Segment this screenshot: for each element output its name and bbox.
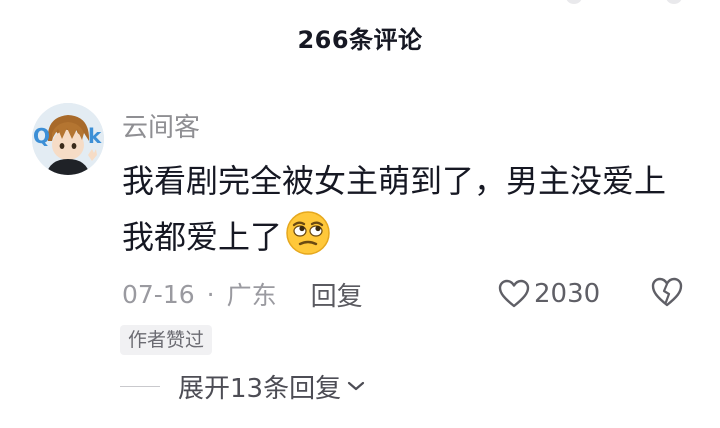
dislike-button[interactable] (650, 276, 684, 310)
comment-date: 07-16 (122, 279, 195, 309)
top-clipped-element (566, 0, 582, 4)
expand-replies-button[interactable]: 展开13条回复 (120, 366, 365, 406)
comment-body: 我看剧完全被女主萌到了，男主没爱上我都爱上了 (122, 155, 682, 264)
chevron-down-icon (347, 377, 365, 396)
broken-heart-icon (651, 277, 683, 307)
comment-text: 我看剧完全被女主萌到了，男主没爱上我都爱上了 (122, 162, 667, 256)
author-liked-badge: 作者赞过 (120, 325, 213, 355)
top-clipped-element (666, 0, 682, 4)
avatar[interactable]: Q k (32, 103, 104, 175)
rolling-eyes-emoji-icon (284, 208, 332, 256)
svg-text:k: k (88, 124, 102, 148)
expand-replies-label: 展开13条回复 (178, 373, 342, 404)
heart-outline-icon (498, 279, 530, 308)
comment-meta: 07-16 · 广东 回复 (122, 276, 363, 312)
username[interactable]: 云间客 (122, 107, 200, 144)
avatar-image: Q k (32, 103, 104, 175)
expand-divider (120, 385, 160, 387)
comments-count-title: 266条评论 (297, 26, 423, 54)
comment-location: 广东 (226, 281, 277, 310)
like-button[interactable]: 2030 (498, 276, 600, 312)
reply-button[interactable]: 回复 (311, 276, 363, 313)
like-count: 2030 (534, 279, 601, 309)
meta-separator: · (206, 279, 215, 309)
svg-text:Q: Q (33, 124, 50, 148)
